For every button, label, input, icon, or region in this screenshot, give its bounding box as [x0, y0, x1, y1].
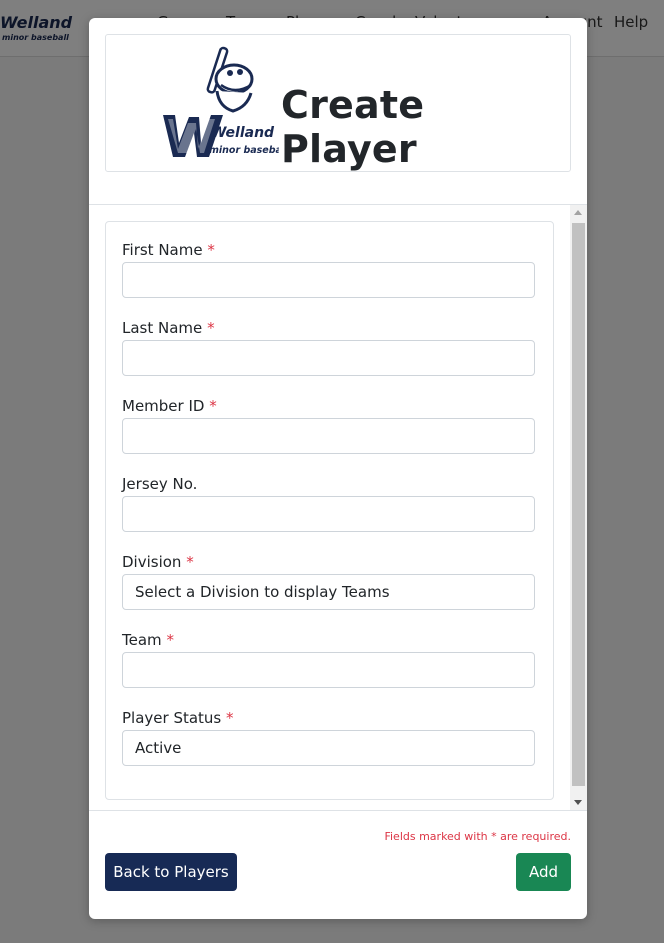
jersey-no-input[interactable]	[122, 496, 535, 532]
required-asterisk: *	[207, 319, 215, 337]
last-name-label: Last Name *	[122, 319, 215, 337]
scroll-up-arrow-icon[interactable]	[574, 210, 582, 215]
required-asterisk: *	[226, 709, 234, 727]
modal-body: First Name * Last Name * Member ID * Jer…	[89, 205, 587, 810]
first-name-input[interactable]	[122, 262, 535, 298]
team-label: Team *	[122, 631, 174, 649]
last-name-input[interactable]	[122, 340, 535, 376]
division-select[interactable]: Select a Division to display Teams	[122, 574, 535, 610]
member-id-input[interactable]	[122, 418, 535, 454]
jersey-no-label: Jersey No.	[122, 475, 198, 493]
required-asterisk: *	[186, 553, 194, 571]
welland-baseball-logo-icon: Welland minor baseball	[163, 46, 279, 157]
scroll-thumb[interactable]	[572, 223, 585, 786]
player-status-select[interactable]: Active	[122, 730, 535, 766]
division-label: Division *	[122, 553, 194, 571]
team-select[interactable]	[122, 652, 535, 688]
scroll-down-arrow-icon[interactable]	[574, 800, 582, 805]
footer-divider	[89, 810, 587, 811]
player-status-label: Player Status *	[122, 709, 234, 727]
modal-header-card: Welland minor baseball Create Player	[105, 34, 571, 172]
add-button[interactable]: Add	[516, 853, 571, 891]
logo-text-welland: Welland	[211, 125, 275, 141]
first-name-label: First Name *	[122, 241, 215, 259]
logo-text-minor-baseball: minor baseball	[209, 145, 279, 156]
create-player-modal: Welland minor baseball Create Player Fir…	[89, 18, 587, 919]
back-to-players-button[interactable]: Back to Players	[105, 853, 237, 891]
required-asterisk: *	[166, 631, 174, 649]
required-asterisk: *	[207, 241, 215, 259]
required-fields-note: Fields marked with * are required.	[384, 830, 571, 843]
modal-scrollbar[interactable]	[570, 205, 587, 810]
page-title: Create Player	[281, 83, 425, 171]
required-asterisk: *	[209, 397, 217, 415]
member-id-label: Member ID *	[122, 397, 217, 415]
player-form: First Name * Last Name * Member ID * Jer…	[105, 221, 554, 800]
